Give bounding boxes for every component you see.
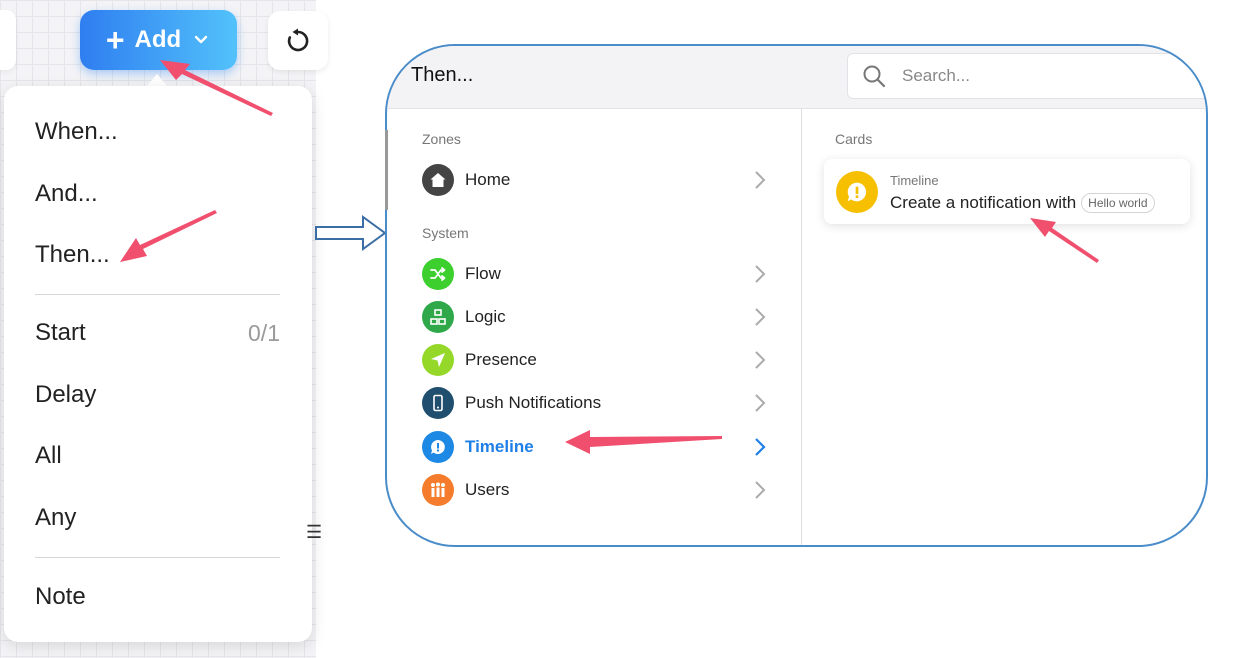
menu-item-all[interactable]: All [35,436,280,476]
add-button-label: Add [134,26,182,53]
section-label-system: System [422,225,469,241]
menu-item-label: And... [35,180,98,207]
menu-item-delay[interactable]: Delay [35,375,280,415]
dialog-header: Then... [387,46,1206,109]
chevron-right-icon [755,265,766,283]
flow-arrow-icon [315,215,387,251]
timeline-notification-card[interactable]: Timeline Create a notification with Hell… [824,159,1190,224]
location-arrow-icon [422,344,454,376]
menu-item-label: Delay [35,381,97,408]
nav-item-push-notifications[interactable]: Push Notifications [422,386,767,420]
refresh-button[interactable] [268,11,328,70]
section-label-cards: Cards [835,131,873,147]
card-argument-pill[interactable]: Hello world [1081,193,1155,213]
chevron-right-icon [755,481,766,499]
nav-item-presence[interactable]: Presence [422,343,767,377]
search-input[interactable] [900,65,1184,87]
menu-divider [35,294,280,295]
card-subtitle: Timeline [890,173,939,188]
nav-item-home[interactable]: Home [422,163,767,197]
plus-icon: + [105,22,125,58]
start-count: 0/1 [248,319,280,346]
dialog-title: Then... [411,64,474,86]
nav-item-label: Timeline [465,437,534,456]
shuffle-icon [422,258,454,290]
refresh-icon [287,28,309,51]
nav-item-label: Logic [465,307,506,326]
menu-item-start[interactable]: Start 0/1 [35,313,280,353]
blocks-icon [422,301,454,333]
menu-item-then[interactable]: Then... [35,235,280,275]
left-toolbar-edge [0,10,16,70]
exclamation-bubble-icon [422,431,454,463]
card-title: Create a notification with Hello world [890,193,1155,213]
add-button[interactable]: + Add [80,10,237,70]
nav-item-label: Flow [465,264,501,283]
canvas-fragment: ☰ [306,522,323,542]
menu-item-label: All [35,442,62,469]
nav-item-label: Users [465,480,510,499]
menu-item-label: Start [35,319,86,346]
nav-item-label: Home [465,170,511,189]
then-dialog: Then... Zones Home System Flow [385,44,1208,547]
nav-item-logic[interactable]: Logic [422,300,767,334]
nav-item-flow[interactable]: Flow [422,257,767,291]
nav-item-label: Presence [465,350,537,369]
menu-item-and[interactable]: And... [35,174,280,214]
category-list: Zones Home System Flow Logic Presence Pu… [387,108,802,545]
menu-item-when[interactable]: When... [35,112,280,152]
phone-icon [422,387,454,419]
chevron-right-icon [755,308,766,326]
nav-item-users[interactable]: Users [422,473,767,507]
nav-item-label: Push Notifications [465,393,602,412]
chevron-right-icon [755,351,766,369]
modal-edge-mark [385,130,388,210]
cards-panel: Cards Timeline Create a notification wit… [802,108,1206,545]
chevron-right-icon [755,171,766,189]
section-label-zones: Zones [422,131,461,147]
exclamation-bubble-icon [836,171,878,213]
chevron-right-icon [755,438,766,456]
search-icon [863,65,886,88]
menu-item-label: Any [35,504,77,531]
chevron-right-icon [755,394,766,412]
menu-item-note[interactable]: Note [35,577,280,617]
menu-item-label: Then... [35,241,110,268]
menu-divider [35,557,280,558]
nav-item-timeline[interactable]: Timeline [422,430,767,464]
menu-item-label: When... [35,118,118,145]
home-icon [422,164,454,196]
menu-caret [147,74,167,86]
menu-item-any[interactable]: Any [35,498,280,538]
chevron-down-icon [194,35,208,44]
add-dropdown-menu: When... And... Then... Start 0/1 Delay A… [4,86,312,642]
menu-item-label: Note [35,583,86,610]
card-text: Create a notification with [890,193,1077,212]
users-icon [422,474,454,506]
search-field[interactable] [847,53,1206,99]
